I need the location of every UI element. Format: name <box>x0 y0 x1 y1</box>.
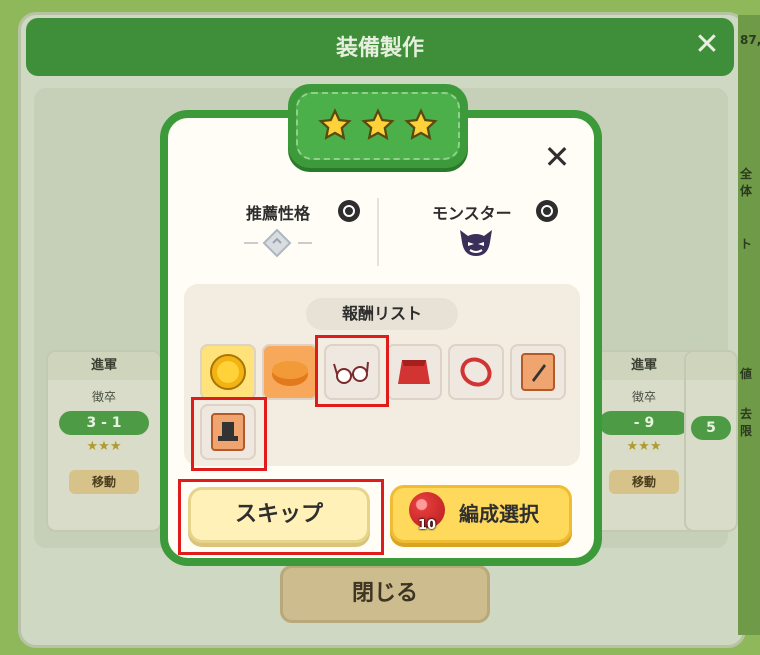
red-cape-icon <box>398 360 430 384</box>
monster-icon <box>456 224 496 260</box>
right-strip-text: 87, <box>740 33 760 47</box>
star-icon <box>404 108 438 141</box>
right-strip-text: 全体 <box>740 167 753 198</box>
stage-level: 5 <box>691 416 731 440</box>
stage-card[interactable]: 5 <box>684 350 738 532</box>
recommended-personality-label: 推薦性格 <box>246 204 311 223</box>
move-button[interactable]: 移動 <box>69 470 139 494</box>
gold-coin-icon <box>210 354 246 390</box>
reward-item[interactable] <box>262 344 318 400</box>
right-strip-text: 去限 <box>740 407 753 438</box>
star-icon <box>361 108 395 141</box>
red-ring-icon <box>460 357 492 387</box>
team-cost: 10 <box>417 518 437 533</box>
stage-card-header: 進軍 <box>48 352 160 380</box>
skip-button[interactable]: スキップ <box>188 487 370 543</box>
window-title: 装備製作 <box>335 36 424 61</box>
right-edge-panel: 87, ト 全体 値 去限 <box>738 15 760 635</box>
reward-item[interactable] <box>386 344 442 400</box>
difficulty-badge <box>288 84 468 168</box>
scroll-sword-icon <box>521 353 555 391</box>
stage-level: 3 - 1 <box>59 411 149 435</box>
stage-card-subtitle: 徴卒 <box>91 390 116 404</box>
right-strip-text: ト <box>740 237 753 251</box>
team-select-button[interactable]: 10 編成選択 <box>390 485 572 543</box>
reward-item[interactable] <box>200 344 256 400</box>
window-close-button[interactable]: ✕ <box>692 30 722 60</box>
move-button[interactable]: 移動 <box>609 470 679 494</box>
monster-label: モンスター <box>432 204 512 223</box>
stage-level: - 9 <box>599 411 689 435</box>
reward-item[interactable] <box>448 344 504 400</box>
stage-card-header <box>686 352 736 380</box>
personality-icon <box>262 228 292 258</box>
search-icon[interactable] <box>536 200 558 222</box>
right-strip-text: 値 <box>740 367 753 381</box>
star-icon <box>318 108 352 141</box>
reward-list-title: 報酬リスト <box>306 298 458 330</box>
stage-stars: ★★★ <box>86 439 122 454</box>
highlight-box <box>315 335 389 407</box>
orange-pancake-icon <box>272 361 308 386</box>
team-select-label: 編成選択 <box>459 502 539 526</box>
close-button[interactable]: 閉じる <box>280 565 490 623</box>
close-icon: ✕ <box>543 138 571 176</box>
stage-card[interactable]: 進軍 徴卒 3 - 1 ★★★ 移動 <box>46 350 162 532</box>
close-icon: ✕ <box>694 27 720 62</box>
search-icon[interactable] <box>338 200 360 222</box>
highlight-box <box>191 397 267 471</box>
modal-close-button[interactable]: ✕ <box>540 140 574 174</box>
reward-item[interactable] <box>510 344 566 400</box>
